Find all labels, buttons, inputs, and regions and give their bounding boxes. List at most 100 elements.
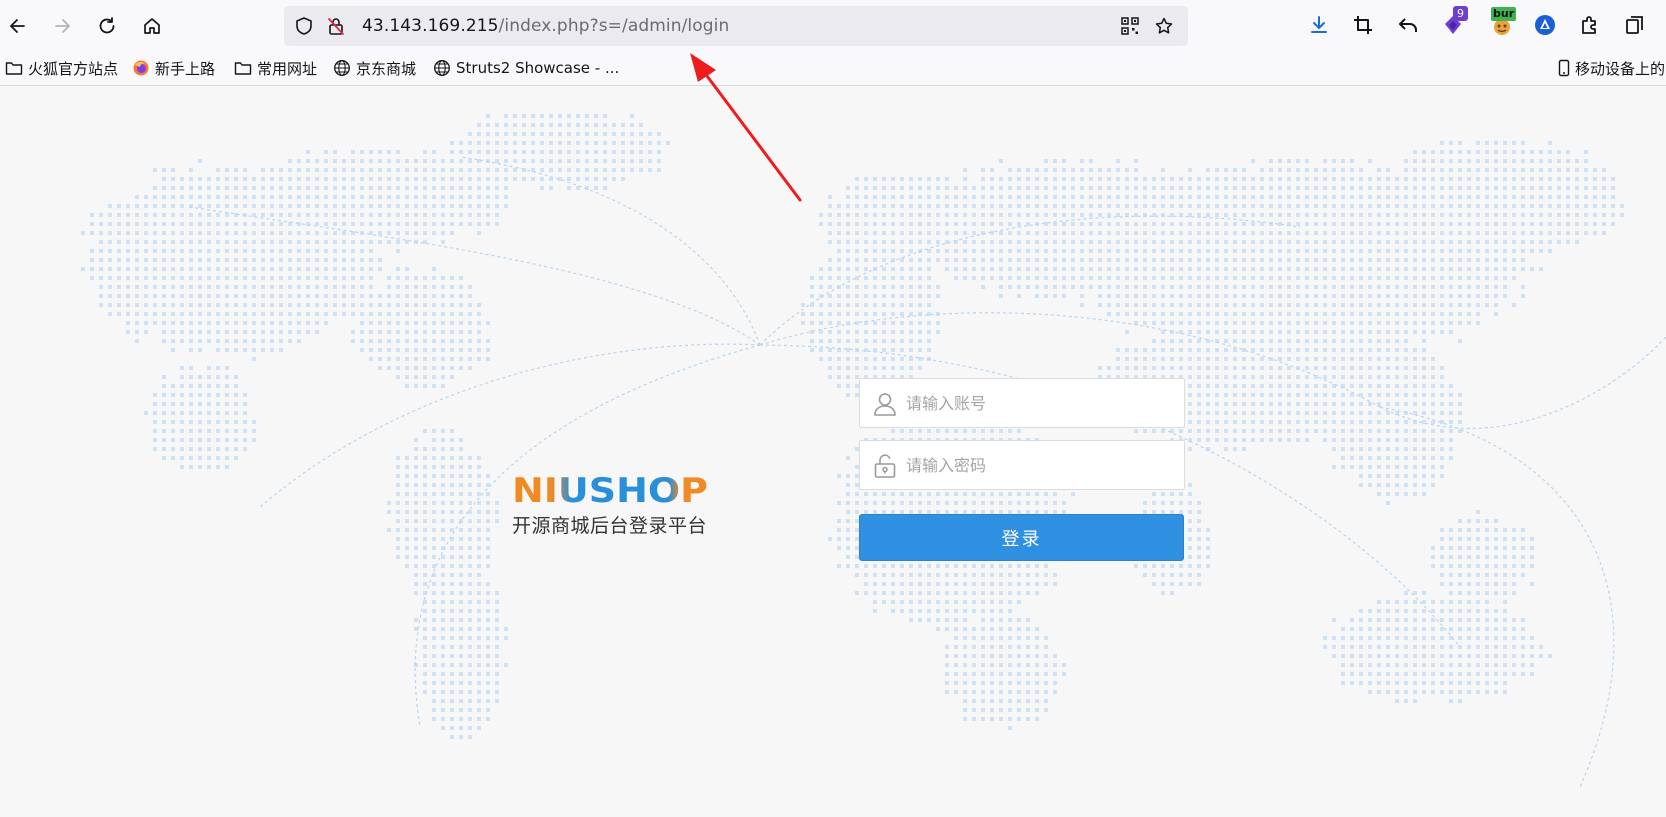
map-dot	[1152, 186, 1156, 190]
map-dot	[1494, 195, 1498, 199]
map-dot	[846, 330, 850, 334]
map-dot	[1179, 258, 1183, 262]
address-bar[interactable]: 43.143.169.215/index.php?s=/admin/login	[284, 6, 1188, 46]
map-dot	[1116, 186, 1120, 190]
map-dot	[90, 222, 94, 226]
map-dot	[873, 501, 877, 505]
map-dot	[1170, 222, 1174, 226]
password-input[interactable]	[906, 441, 1176, 489]
map-dot	[396, 186, 400, 190]
map-dot	[1017, 213, 1021, 217]
map-dot	[153, 420, 157, 424]
map-dot	[1197, 330, 1201, 334]
map-dot	[1152, 348, 1156, 352]
burp-extension-button[interactable]: bur	[1489, 7, 1517, 38]
counter-extension-button[interactable]: 9	[1440, 6, 1468, 38]
map-dot	[819, 348, 823, 352]
bookmark-struts2-showcase[interactable]: Struts2 Showcase - ...	[433, 58, 619, 78]
map-dot	[153, 222, 157, 226]
map-dot	[801, 321, 805, 325]
login-button[interactable]: 登录	[859, 514, 1184, 561]
bookmark-folder-firefox-official[interactable]: 火狐官方站点	[5, 58, 118, 78]
map-dot	[1413, 168, 1417, 172]
map-dot	[243, 348, 247, 352]
downloads-button[interactable]	[1306, 12, 1332, 38]
map-dot	[1503, 654, 1507, 658]
map-dot	[1251, 231, 1255, 235]
map-dot	[324, 159, 328, 163]
bookmark-getting-started[interactable]: 新手上路	[132, 58, 215, 78]
map-dot	[1377, 645, 1381, 649]
map-dot	[1584, 204, 1588, 208]
bookmark-folder-common-sites[interactable]: 常用网址	[234, 58, 317, 78]
map-dot	[828, 267, 832, 271]
map-dot	[144, 222, 148, 226]
url-text[interactable]: 43.143.169.215/index.php?s=/admin/login	[362, 16, 729, 36]
back-button[interactable]	[2, 10, 34, 42]
username-field[interactable]	[859, 378, 1185, 428]
tracking-shield-icon[interactable]	[294, 16, 314, 36]
reload-button[interactable]	[91, 10, 123, 42]
map-dot	[450, 636, 454, 640]
map-dot	[1170, 204, 1174, 208]
bookmark-jd-mall[interactable]: 京东商城	[333, 58, 416, 78]
map-dot	[1224, 339, 1228, 343]
password-field[interactable]	[859, 440, 1185, 490]
map-dot	[1044, 285, 1048, 289]
map-dot	[1620, 213, 1624, 217]
map-dot	[864, 276, 868, 280]
map-dot	[954, 591, 958, 595]
bookmark-star-icon[interactable]	[1154, 16, 1174, 36]
map-dot	[99, 285, 103, 289]
map-dot	[864, 213, 868, 217]
home-button[interactable]	[136, 10, 168, 42]
map-dot	[315, 168, 319, 172]
map-dot	[810, 312, 814, 316]
map-dot	[441, 204, 445, 208]
map-dot	[1404, 393, 1408, 397]
map-dot	[1512, 528, 1516, 532]
map-dot	[1476, 591, 1480, 595]
vpn-extension-button[interactable]	[1532, 12, 1558, 38]
screenshot-button[interactable]	[1350, 12, 1376, 38]
map-dot	[180, 339, 184, 343]
forward-button[interactable]	[46, 10, 78, 42]
map-dot	[945, 591, 949, 595]
qr-code-icon[interactable]	[1120, 16, 1140, 36]
map-dot	[486, 564, 490, 568]
map-dot	[450, 438, 454, 442]
insecure-lock-icon[interactable]	[326, 16, 346, 36]
map-dot	[1107, 177, 1111, 181]
map-dot	[1287, 213, 1291, 217]
map-dot	[1386, 663, 1390, 667]
map-dot	[342, 312, 346, 316]
map-dot	[1233, 429, 1237, 433]
map-dot	[234, 258, 238, 262]
extensions-button[interactable]	[1577, 12, 1603, 38]
map-dot	[1350, 267, 1354, 271]
overflow-menu-button[interactable]	[1622, 12, 1648, 38]
map-dot	[441, 672, 445, 676]
username-input[interactable]	[906, 379, 1176, 427]
map-dot	[396, 321, 400, 325]
map-dot	[1539, 159, 1543, 163]
map-dot	[1278, 195, 1282, 199]
map-dot	[468, 168, 472, 172]
undo-button[interactable]	[1395, 12, 1421, 38]
map-dot	[1314, 285, 1318, 289]
map-dot	[225, 222, 229, 226]
map-dot	[1467, 321, 1471, 325]
map-dot	[1332, 645, 1336, 649]
map-dot	[1098, 231, 1102, 235]
map-dot	[1413, 213, 1417, 217]
map-dot	[423, 330, 427, 334]
map-dot	[1503, 294, 1507, 298]
map-dot	[1008, 258, 1012, 262]
map-dot	[414, 231, 418, 235]
map-dot	[1026, 636, 1030, 640]
map-dot	[1206, 411, 1210, 415]
bookmark-mobile-devices[interactable]: 移动设备上的	[1555, 58, 1665, 78]
map-dot	[423, 222, 427, 226]
map-dot	[981, 591, 985, 595]
map-dot	[1521, 654, 1525, 658]
